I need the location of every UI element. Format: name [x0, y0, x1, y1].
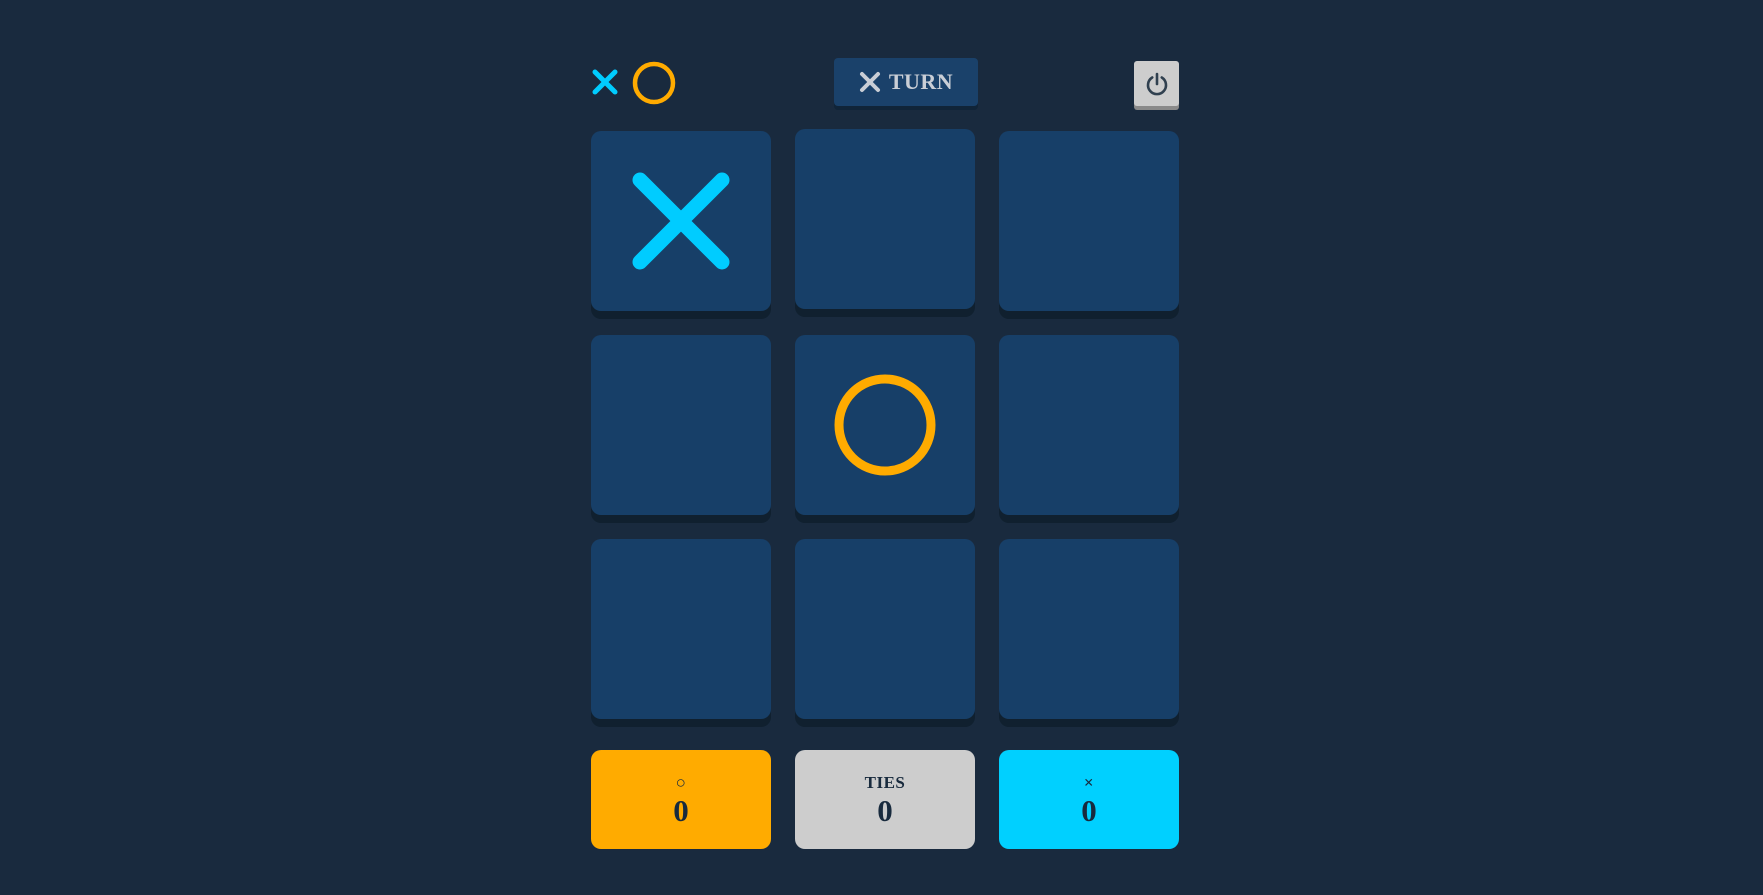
logo-o-icon [632, 61, 676, 105]
score-ties: TIES 0 [795, 750, 975, 849]
o-mark-icon [834, 374, 936, 476]
header: TURN [591, 58, 1179, 108]
board-cell[interactable] [591, 539, 771, 719]
score-x-value: 0 [1081, 792, 1097, 828]
score-o: ○ 0 [591, 750, 771, 849]
board-cell[interactable] [795, 539, 975, 719]
score-ties-label: TIES [864, 772, 906, 792]
score-o-value: 0 [673, 792, 689, 828]
board-cell[interactable] [999, 335, 1179, 515]
logo [591, 58, 681, 108]
score-o-label: ○ [675, 772, 687, 792]
scoreboard: ○ 0 TIES 0 × 0 [591, 750, 1179, 849]
board-cell[interactable] [591, 335, 771, 515]
game-board [591, 129, 1179, 721]
power-icon [1146, 72, 1167, 95]
tic-tac-toe-app: TURN ○ 0 TIES 0 × 0 [591, 58, 1179, 849]
board-cell[interactable] [795, 129, 975, 309]
board-cell[interactable] [591, 131, 771, 311]
turn-x-icon [859, 72, 880, 92]
x-mark-icon [632, 172, 730, 270]
board-cell[interactable] [795, 335, 975, 515]
turn-indicator: TURN [834, 58, 978, 106]
restart-button[interactable] [1134, 61, 1179, 106]
score-x: × 0 [999, 750, 1179, 849]
turn-label: TURN [888, 69, 954, 94]
logo-icon [592, 61, 676, 105]
score-ties-value: 0 [877, 792, 893, 828]
board-cell[interactable] [999, 131, 1179, 311]
board-cell[interactable] [999, 539, 1179, 719]
logo-x-icon [592, 69, 618, 95]
score-x-label: × [1083, 772, 1095, 792]
